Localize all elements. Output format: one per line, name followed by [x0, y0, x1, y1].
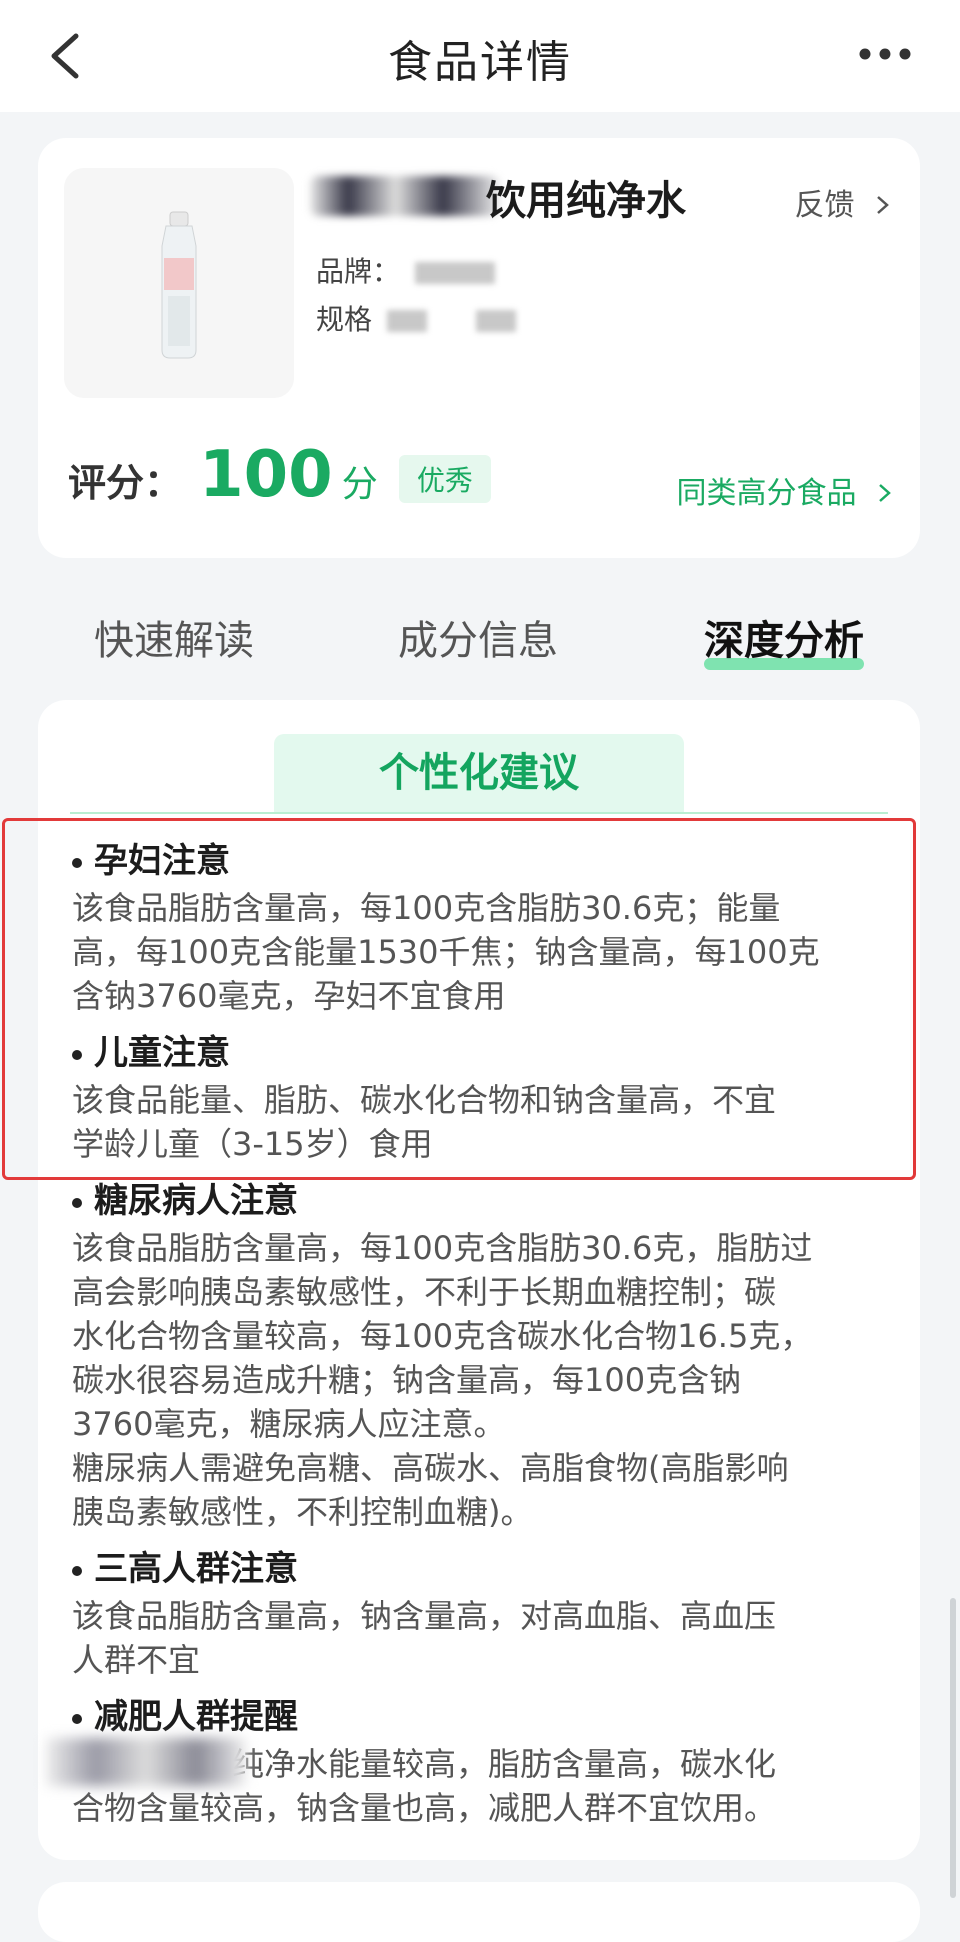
brand-label: 品牌： — [316, 255, 401, 288]
chevron-right-icon — [877, 196, 889, 214]
bullet-icon — [72, 1565, 82, 1576]
highlight-annotation-box — [2, 818, 916, 1180]
advice-body: 该食品脂肪含量高，每100克含脂肪30.6克，脂肪过 高会影响胰岛素敏感性，不利… — [72, 1229, 813, 1531]
advice-title: 糖尿病人注意 — [72, 1178, 892, 1224]
bullet-icon — [72, 1197, 82, 1208]
redacted-brand-name — [310, 176, 500, 216]
advice-title: 减肥人群提醒 — [72, 1694, 892, 1740]
advice-title: 三高人群注意 — [72, 1546, 892, 1592]
advice-title-text: 减肥人群提醒 — [94, 1697, 298, 1737]
feedback-label: 反馈 — [794, 188, 855, 223]
tab-deep-analysis[interactable]: 深度分析 — [704, 608, 864, 670]
spec-row: 规格 — [316, 298, 516, 338]
redacted-brand — [414, 262, 495, 284]
feedback-link[interactable]: 反馈 — [794, 180, 894, 224]
chevron-right-icon — [879, 484, 891, 502]
scrollbar[interactable] — [950, 1598, 956, 1898]
tab-quick-read[interactable]: 快速解读 — [94, 608, 254, 666]
redacted-spec — [386, 310, 427, 332]
section-divider — [70, 812, 888, 814]
product-card: 饮用纯净水 反馈 品牌： 规格 评分： 100 分 优秀 同类高分食品 — [38, 138, 920, 558]
tab-deep-analysis-label: 深度分析 — [704, 618, 864, 664]
more-button[interactable] — [850, 36, 920, 72]
product-name: 饮用纯净水 — [486, 178, 686, 224]
advice-body: 该食品脂肪含量高，钠含量高，对高血脂、高血压 人群不宜 — [72, 1597, 777, 1679]
tab-ingredients[interactable]: 成分信息 — [398, 608, 558, 666]
score-badge: 优秀 — [398, 455, 491, 503]
more-dots-icon — [859, 48, 911, 60]
score-label: 评分： — [68, 461, 183, 505]
top-bar: 食品详情 — [0, 0, 960, 112]
bullet-icon — [72, 1713, 82, 1724]
score-unit: 分 — [341, 464, 378, 505]
next-card — [38, 1882, 920, 1942]
spec-label: 规格 — [316, 303, 373, 336]
page-title: 食品详情 — [388, 37, 572, 88]
bottle-image — [161, 211, 197, 359]
advice-item: 糖尿病人注意 该食品脂肪含量高，每100克含脂肪30.6克，脂肪过 高会影响胰岛… — [72, 1178, 892, 1534]
redacted-spec — [475, 310, 516, 332]
section-title: 个性化建议 — [274, 734, 684, 812]
score-value: 100 — [199, 438, 333, 512]
similar-foods-label: 同类高分食品 — [676, 476, 857, 511]
similar-foods-link[interactable]: 同类高分食品 — [676, 468, 896, 512]
brand-row: 品牌： — [316, 250, 495, 290]
advice-item: 三高人群注意 该食品脂肪含量高，钠含量高，对高血脂、高血压 人群不宜 — [72, 1546, 892, 1682]
redacted-text — [46, 1738, 246, 1786]
advice-title-text: 糖尿病人注意 — [94, 1181, 298, 1221]
tab-bar: 快速解读 成分信息 深度分析 — [0, 600, 960, 680]
score-row: 评分： 100 分 优秀 — [68, 438, 491, 518]
advice-title-text: 三高人群注意 — [94, 1549, 298, 1589]
product-image — [64, 168, 294, 398]
